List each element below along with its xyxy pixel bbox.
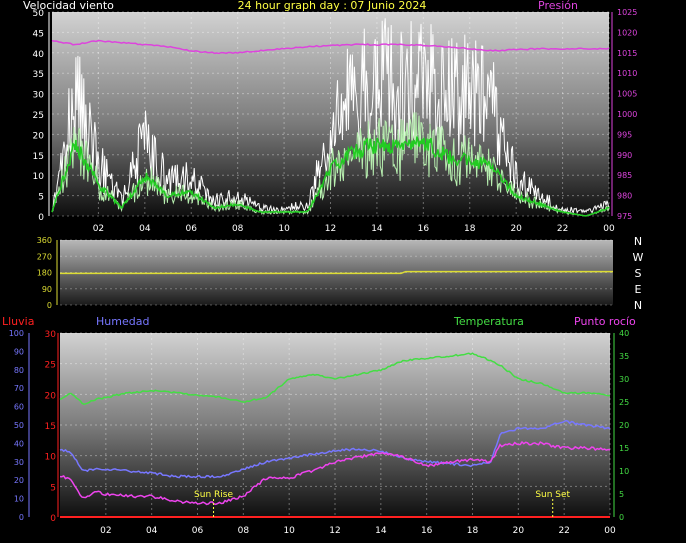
- wind-ytick-left: 20: [33, 131, 45, 141]
- humidity-ytick: 0: [19, 513, 24, 522]
- compass-w: W: [633, 251, 644, 264]
- climate-xtick-label: 02: [100, 526, 111, 536]
- sunrise-label: Sun Rise: [194, 490, 233, 500]
- dewpoint-label: Punto rocío: [574, 315, 636, 328]
- pressure-ytick: 975: [617, 212, 632, 221]
- rain-ytick: 30: [45, 330, 57, 340]
- pressure-ytick: 990: [617, 151, 632, 160]
- compass-n-bottom: N: [634, 299, 642, 312]
- humidity-ytick: 90: [14, 347, 24, 356]
- rain-label: Lluvia: [2, 315, 34, 328]
- rain-ytick: 10: [45, 453, 57, 463]
- pressure-ytick: 1005: [617, 90, 637, 99]
- wind-ytick-left: 0: [38, 213, 44, 223]
- wind-xtick-label: 06: [186, 224, 198, 234]
- wind-xtick-label: 14: [371, 224, 383, 234]
- compass-e: E: [635, 283, 642, 296]
- compass-s: S: [635, 267, 642, 280]
- rain-ytick: 25: [45, 361, 56, 371]
- pressure-ytick: 1010: [617, 69, 637, 78]
- wind-ytick-left: 25: [33, 111, 44, 121]
- climate-xtick-label: 06: [192, 526, 204, 536]
- wind-ytick-left: 30: [33, 91, 45, 101]
- rain-ytick: 0: [50, 514, 56, 524]
- rain-ytick: 5: [50, 483, 56, 493]
- humidity-ytick: 80: [14, 366, 24, 375]
- temperature-ytick: 10: [619, 467, 629, 476]
- pressure-label: Presión: [538, 0, 578, 12]
- rain-ytick: 15: [45, 422, 56, 432]
- wind-xtick-label: 02: [93, 224, 104, 234]
- wind-xtick-label: 00: [603, 224, 615, 234]
- wind-ytick-left: 45: [33, 29, 44, 39]
- direction-ytick: 270: [37, 252, 52, 261]
- rain-ytick: 20: [45, 391, 57, 401]
- wind-xtick-label: 10: [278, 224, 290, 234]
- climate-xtick-label: 16: [421, 526, 433, 536]
- temperature-ytick: 15: [619, 444, 629, 453]
- direction-ytick: 180: [37, 269, 52, 278]
- pressure-ytick: 985: [617, 171, 632, 180]
- climate-xtick-label: 10: [283, 526, 295, 536]
- temperature-ytick: 40: [619, 329, 629, 338]
- direction-ytick: 90: [42, 285, 52, 294]
- wind-xtick-label: 20: [510, 224, 522, 234]
- climate-xtick-label: 14: [375, 526, 387, 536]
- wind-ytick-left: 15: [33, 152, 44, 162]
- humidity-ytick: 40: [14, 439, 24, 448]
- humidity-ytick: 100: [9, 329, 24, 338]
- climate-xtick-label: 12: [329, 526, 340, 536]
- wind-xtick-label: 12: [325, 224, 336, 234]
- sunset-label: Sun Set: [535, 490, 570, 500]
- graph-title: 24 hour graph day : 07 Junio 2024: [238, 0, 427, 12]
- humidity-ytick: 20: [14, 476, 24, 485]
- wind-ytick-left: 10: [33, 172, 45, 182]
- climate-xtick-label: 08: [238, 526, 250, 536]
- wind-xtick-label: 22: [557, 224, 568, 234]
- humidity-ytick: 60: [14, 403, 24, 412]
- humidity-label: Humedad: [96, 315, 149, 328]
- humidity-ytick: 50: [14, 421, 24, 430]
- direction-ytick: 0: [47, 301, 52, 310]
- climate-xtick-label: 04: [146, 526, 158, 536]
- weather-graph-canvas: Velocidad viento 24 hour graph day : 07 …: [2, 0, 644, 536]
- compass-n-top: N: [634, 235, 642, 248]
- temperature-ytick: 30: [619, 375, 629, 384]
- humidity-ytick: 70: [14, 384, 24, 393]
- pressure-ytick: 1020: [617, 28, 637, 37]
- temperature-ytick: 35: [619, 352, 629, 361]
- wind-xtick-label: 08: [232, 224, 244, 234]
- temperature-ytick: 25: [619, 398, 629, 407]
- wind-ytick-left: 50: [33, 9, 45, 19]
- pressure-ytick: 980: [617, 192, 632, 201]
- compass-labels: N W S E N: [633, 235, 644, 312]
- pressure-ytick: 1015: [617, 49, 637, 58]
- pressure-ytick: 1025: [617, 8, 637, 17]
- wind-ytick-left: 5: [38, 193, 44, 203]
- temperature-ytick: 20: [619, 421, 629, 430]
- climate-xtick-label: 20: [513, 526, 525, 536]
- wind-xtick-label: 04: [139, 224, 151, 234]
- wind-xtick-label: 16: [418, 224, 430, 234]
- pressure-ytick: 995: [617, 130, 632, 139]
- wind-xtick-label: 18: [464, 224, 476, 234]
- wind-ytick-left: 40: [33, 50, 45, 60]
- pressure-ytick: 1000: [617, 110, 637, 119]
- climate-xtick-label: 00: [604, 526, 616, 536]
- wind-ytick-left: 35: [33, 70, 44, 80]
- humidity-ytick: 30: [14, 458, 24, 467]
- climate-xtick-label: 22: [558, 526, 569, 536]
- temperature-label: Temperatura: [453, 315, 524, 328]
- direction-ytick: 360: [37, 236, 52, 245]
- humidity-ytick: 10: [14, 495, 24, 504]
- climate-xtick-label: 18: [467, 526, 479, 536]
- temperature-ytick: 5: [619, 490, 624, 499]
- temperature-ytick: 0: [619, 513, 624, 522]
